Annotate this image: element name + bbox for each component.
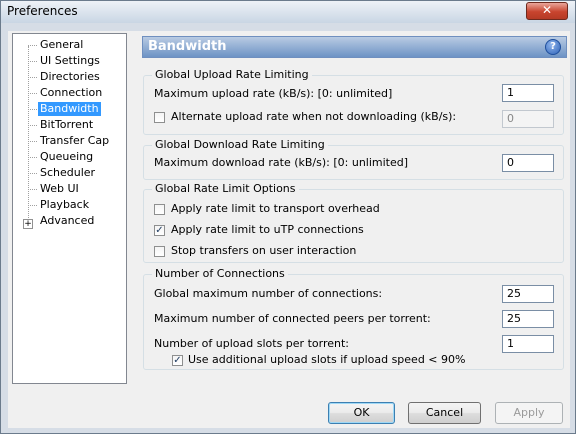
- checkmark-icon: ✓: [173, 355, 182, 366]
- upload-slots-label: Number of upload slots per torrent:: [154, 337, 349, 350]
- panel-header: Bandwidth ?: [142, 36, 567, 58]
- category-tree[interactable]: General UI Settings Directories Connecti…: [12, 33, 127, 384]
- tree-item-scheduler[interactable]: Scheduler: [38, 166, 97, 180]
- tree-connector: [28, 189, 37, 190]
- close-button[interactable]: ✕: [526, 2, 568, 20]
- tree-connector: [28, 109, 37, 110]
- max-download-rate-label: Maximum download rate (kB/s): [0: unlimi…: [154, 156, 409, 169]
- apply-button[interactable]: Apply: [495, 402, 563, 424]
- download-group-title: Global Download Rate Limiting: [152, 138, 328, 152]
- dialog-body: General UI Settings Directories Connecti…: [8, 31, 570, 428]
- title-bar[interactable]: Preferences ✕: [1, 1, 575, 23]
- download-rate-group: Global Download Rate Limiting Maximum do…: [143, 138, 564, 180]
- tree-item-queueing[interactable]: Queueing: [38, 150, 95, 164]
- cancel-button[interactable]: Cancel: [408, 402, 481, 424]
- connections-group-title: Number of Connections: [152, 267, 288, 281]
- expand-icon[interactable]: +: [23, 219, 33, 229]
- tree-connector: [28, 157, 37, 158]
- tree-item-directories[interactable]: Directories: [38, 70, 102, 84]
- global-connections-input[interactable]: 25: [502, 285, 554, 303]
- checkmark-icon: ✓: [155, 225, 164, 236]
- tree-item-bandwidth[interactable]: Bandwidth: [38, 102, 101, 116]
- additional-slots-checkbox[interactable]: ✓: [172, 355, 183, 366]
- tree-connector: [28, 45, 37, 46]
- rate-limit-options-group: Global Rate Limit Options Apply rate lim…: [143, 182, 564, 263]
- max-upload-rate-input[interactable]: 1: [502, 84, 554, 102]
- utp-connections-label: Apply rate limit to uTP connections: [171, 223, 364, 236]
- preferences-window: Preferences ✕ General UI Settings Direct…: [0, 0, 576, 434]
- transport-overhead-label: Apply rate limit to transport overhead: [171, 202, 380, 215]
- alternate-upload-rate-checkbox[interactable]: [154, 112, 165, 123]
- global-connections-label: Global maximum number of connections:: [154, 287, 383, 300]
- peers-per-torrent-input[interactable]: 25: [502, 310, 554, 328]
- upload-slots-input[interactable]: 1: [502, 335, 554, 353]
- alternate-upload-rate-input[interactable]: 0: [502, 110, 554, 128]
- connections-group: Number of Connections Global maximum num…: [143, 267, 564, 370]
- upload-rate-group: Global Upload Rate Limiting Maximum uplo…: [143, 68, 564, 135]
- tree-connector: [28, 46, 29, 224]
- tree-item-transfer-cap[interactable]: Transfer Cap: [38, 134, 111, 148]
- stop-transfers-label: Stop transfers on user interaction: [171, 244, 357, 257]
- tree-connector: [28, 93, 37, 94]
- max-upload-rate-label: Maximum upload rate (kB/s): [0: unlimite…: [154, 87, 393, 100]
- tree-item-playback[interactable]: Playback: [38, 198, 91, 212]
- tree-item-web-ui[interactable]: Web UI: [38, 182, 81, 196]
- panel-title: Bandwidth: [148, 39, 227, 54]
- stop-transfers-checkbox[interactable]: [154, 246, 165, 257]
- ok-button[interactable]: OK: [328, 402, 395, 424]
- help-icon[interactable]: ?: [545, 39, 561, 55]
- tree-connector: [28, 205, 37, 206]
- tree-item-connection[interactable]: Connection: [38, 86, 104, 100]
- upload-group-title: Global Upload Rate Limiting: [152, 68, 312, 82]
- utp-connections-checkbox[interactable]: ✓: [154, 225, 165, 236]
- tree-connector: [28, 173, 37, 174]
- window-title: Preferences: [7, 4, 78, 18]
- tree-connector: [28, 125, 37, 126]
- tree-item-advanced[interactable]: Advanced: [38, 214, 96, 228]
- transport-overhead-checkbox[interactable]: [154, 204, 165, 215]
- close-icon: ✕: [541, 3, 553, 17]
- tree-item-bittorrent[interactable]: BitTorrent: [38, 118, 95, 132]
- tree-item-general[interactable]: General: [38, 38, 85, 52]
- options-group-title: Global Rate Limit Options: [152, 182, 299, 196]
- peers-per-torrent-label: Maximum number of connected peers per to…: [154, 312, 431, 325]
- tree-item-ui-settings[interactable]: UI Settings: [38, 54, 102, 68]
- max-download-rate-input[interactable]: 0: [502, 154, 554, 172]
- additional-slots-label: Use additional upload slots if upload sp…: [188, 353, 466, 366]
- alternate-upload-rate-label: Alternate upload rate when not downloadi…: [171, 110, 457, 123]
- tree-connector: [28, 77, 37, 78]
- tree-connector: [28, 61, 37, 62]
- tree-connector: [28, 141, 37, 142]
